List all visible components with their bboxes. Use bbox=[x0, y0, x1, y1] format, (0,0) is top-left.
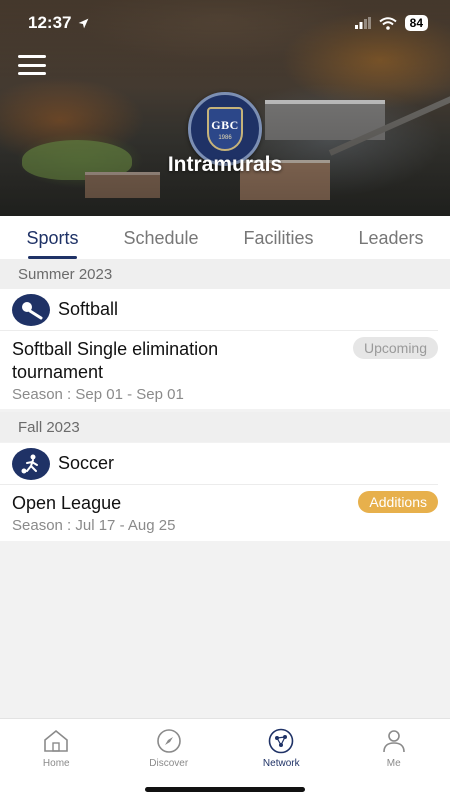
event-title: Open League bbox=[12, 493, 122, 513]
sport-header[interactable]: Soccer bbox=[0, 443, 438, 485]
crest-year: 1986 bbox=[218, 134, 232, 141]
tab-facilities[interactable]: Facilities bbox=[237, 220, 319, 257]
wifi-icon bbox=[379, 16, 397, 30]
sport-name: Soccer bbox=[58, 453, 115, 473]
event-season-dates: Season : Jul 17 - Aug 25 bbox=[12, 517, 176, 534]
nav-home[interactable]: Home bbox=[11, 727, 101, 769]
event-title: Softball Single elimination tournament bbox=[12, 339, 219, 382]
home-indicator bbox=[145, 787, 305, 792]
status-time-group: 12:37 bbox=[28, 13, 90, 33]
tab-leaders[interactable]: Leaders bbox=[352, 220, 429, 257]
compass-icon bbox=[155, 727, 183, 755]
sport-card: Softball Softball Single elimination tou… bbox=[0, 289, 450, 409]
status-badge: Upcoming bbox=[352, 337, 438, 359]
season-header: Fall 2023 bbox=[0, 412, 450, 442]
status-badge: Additions bbox=[358, 491, 438, 513]
sport-header[interactable]: Softball bbox=[0, 289, 438, 331]
event-season-dates: Season : Sep 01 - Sep 01 bbox=[12, 386, 184, 403]
crest-shield: GBC 1986 bbox=[207, 107, 243, 151]
battery-indicator: 84 bbox=[404, 15, 428, 31]
nav-discover[interactable]: Discover bbox=[124, 727, 214, 769]
location-arrow-icon bbox=[79, 18, 89, 28]
tab-schedule[interactable]: Schedule bbox=[117, 220, 204, 257]
nav-network[interactable]: Network bbox=[236, 727, 326, 769]
status-right: 84 bbox=[354, 15, 428, 31]
person-icon bbox=[380, 727, 408, 755]
network-icon bbox=[267, 727, 295, 755]
tab-bar: Sports Schedule Facilities Leaders bbox=[0, 216, 450, 260]
sport-name: Softball bbox=[58, 299, 119, 319]
softball-icon bbox=[12, 293, 50, 326]
season-header: Summer 2023 bbox=[0, 259, 450, 289]
signal-icon bbox=[354, 17, 371, 29]
home-icon bbox=[42, 727, 70, 755]
crest-text: GBC bbox=[211, 117, 239, 132]
soccer-icon bbox=[12, 447, 50, 480]
nav-me[interactable]: Me bbox=[349, 727, 439, 769]
event-item[interactable]: Open League Season : Jul 17 - Aug 25 Add… bbox=[0, 485, 450, 542]
event-item[interactable]: Softball Single elimination tournament S… bbox=[0, 331, 450, 411]
nav-label: Me bbox=[386, 758, 401, 769]
nav-label: Home bbox=[42, 758, 70, 769]
hamburger-menu-icon[interactable] bbox=[18, 55, 46, 75]
status-time: 12:37 bbox=[28, 13, 72, 32]
page-title: Intramurals bbox=[167, 153, 283, 176]
status-bar: 12:37 84 bbox=[0, 0, 450, 46]
sport-card: Soccer Open League Season : Jul 17 - Aug… bbox=[0, 443, 450, 541]
tab-sports[interactable]: Sports bbox=[20, 220, 84, 259]
nav-label: Discover bbox=[149, 758, 189, 769]
nav-label: Network bbox=[262, 758, 300, 769]
